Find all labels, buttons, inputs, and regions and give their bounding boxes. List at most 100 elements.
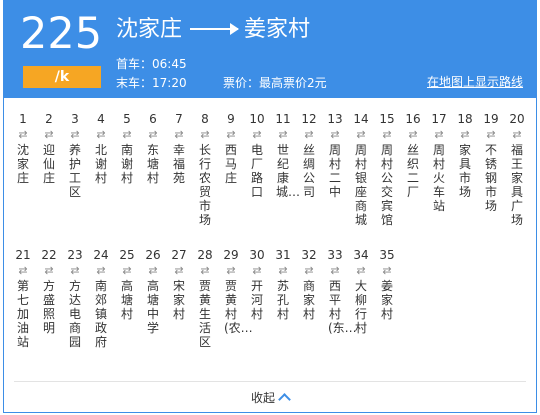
bidirectional-arrow-icon: ⇄ (226, 128, 236, 141)
first-bus-time: 06:45 (152, 57, 187, 71)
bidirectional-arrow-icon: ⇄ (252, 128, 262, 141)
stop-number: 33 (327, 248, 343, 262)
stop-number: 12 (301, 112, 317, 126)
last-bus-label: 末车： (116, 76, 153, 90)
bidirectional-arrow-icon: ⇄ (70, 264, 80, 277)
stop-name: 迎仙庄 (42, 143, 55, 185)
stop-name: 方达电商园 (68, 279, 81, 349)
stop-item[interactable]: 30 ⇄ 开河村 (244, 247, 270, 321)
chevron-up-icon (278, 393, 291, 406)
show-route-on-map-link[interactable]: 在地图上显示路线 (427, 74, 523, 90)
stop-item[interactable]: 12 ⇄ 丝绸公司 (296, 111, 322, 199)
stop-name: 不锈钢市场 (484, 143, 497, 213)
stop-item[interactable]: 15 ⇄ 周村公交宾馆 (374, 111, 400, 227)
stop-number: 14 (353, 112, 369, 126)
stop-item[interactable]: 35 ⇄ 姜家村 (374, 247, 400, 321)
collapse-button[interactable]: 收起 (4, 389, 536, 406)
stop-name: 高塘中学 (146, 279, 159, 335)
stop-item[interactable]: 24 ⇄ 南郊镇政府 (88, 247, 114, 349)
stop-number: 28 (197, 248, 213, 262)
stop-name: 周村二中 (328, 143, 341, 199)
stop-item[interactable]: 8 ⇄ 长行农贸市场 (192, 111, 218, 227)
stop-item[interactable]: 14 ⇄ 周村银座商城 (348, 111, 374, 227)
stop-number: 10 (249, 112, 265, 126)
stop-number: 35 (379, 248, 395, 262)
stop-item[interactable]: 34 ⇄ 大柳行村 (348, 247, 374, 335)
stop-item[interactable]: 28 ⇄ 贾黄生活区 (192, 247, 218, 349)
bus-route-card: 225 /k 沈家庄 姜家村 首车：06:45 末车：17:20 票价：最高票价2… (3, 0, 537, 413)
bidirectional-arrow-icon: ⇄ (18, 264, 28, 277)
bidirectional-arrow-icon: ⇄ (278, 264, 288, 277)
stop-item[interactable]: 7 ⇄ 幸福苑 (166, 111, 192, 185)
stop-number: 16 (405, 112, 421, 126)
stop-item[interactable]: 4 ⇄ 北谢村 (88, 111, 114, 185)
route-from: 沈家庄 (116, 17, 183, 42)
bidirectional-arrow-icon: ⇄ (304, 264, 314, 277)
bidirectional-arrow-icon: ⇄ (356, 128, 366, 141)
stop-item[interactable]: 29 ⇄ 贾黄村(农… (218, 247, 252, 335)
bidirectional-arrow-icon: ⇄ (174, 264, 184, 277)
stop-item[interactable]: 16 ⇄ 丝织二厂 (400, 111, 426, 199)
stop-item[interactable]: 18 ⇄ 家具市场 (452, 111, 478, 199)
arrow-right-icon (190, 23, 240, 35)
stop-item[interactable]: 23 ⇄ 方达电商园 (62, 247, 88, 349)
stop-number: 31 (275, 248, 291, 262)
stop-number: 4 (97, 112, 105, 126)
stop-item[interactable]: 17 ⇄ 周村火车站 (426, 111, 452, 213)
stop-number: 6 (149, 112, 157, 126)
stop-number: 5 (123, 112, 131, 126)
bidirectional-arrow-icon: ⇄ (18, 128, 28, 141)
stop-name: 丝织二厂 (406, 143, 419, 199)
route-direction: 沈家庄 姜家村 (116, 15, 310, 45)
stop-name: 世纪康城… (276, 143, 301, 199)
stop-number: 19 (483, 112, 499, 126)
bidirectional-arrow-icon: ⇄ (278, 128, 288, 141)
stop-item[interactable]: 33 ⇄ 西平村(东… (322, 247, 356, 335)
stop-number: 29 (223, 248, 239, 262)
bidirectional-arrow-icon: ⇄ (382, 264, 392, 277)
bidirectional-arrow-icon: ⇄ (434, 128, 444, 141)
stop-item[interactable]: 19 ⇄ 不锈钢市场 (478, 111, 504, 213)
bidirectional-arrow-icon: ⇄ (252, 264, 262, 277)
stop-name: 养护工区 (68, 143, 81, 199)
bidirectional-arrow-icon: ⇄ (200, 128, 210, 141)
stop-item[interactable]: 3 ⇄ 养护工区 (62, 111, 88, 199)
stop-item[interactable]: 20 ⇄ 福王家具广场 (504, 111, 530, 227)
bidirectional-arrow-icon: ⇄ (460, 128, 470, 141)
stop-item[interactable]: 21 ⇄ 第七加油站 (10, 247, 36, 349)
stop-number: 2 (45, 112, 53, 126)
stop-item[interactable]: 6 ⇄ 东塘村 (140, 111, 166, 185)
bidirectional-arrow-icon: ⇄ (486, 128, 496, 141)
stop-item[interactable]: 27 ⇄ 宋家村 (166, 247, 192, 321)
route-header: 225 /k 沈家庄 姜家村 首车：06:45 末车：17:20 票价：最高票价2… (4, 1, 536, 98)
divider (14, 381, 526, 382)
bidirectional-arrow-icon: ⇄ (148, 264, 158, 277)
stop-item[interactable]: 10 ⇄ 电厂路口 (244, 111, 270, 199)
stop-item[interactable]: 9 ⇄ 西马庄 (218, 111, 244, 185)
stop-item[interactable]: 13 ⇄ 周村二中 (322, 111, 348, 199)
bidirectional-arrow-icon: ⇄ (148, 128, 158, 141)
stop-number: 27 (171, 248, 187, 262)
stop-item[interactable]: 1 ⇄ 沈家庄 (10, 111, 36, 185)
stop-number: 34 (353, 248, 369, 262)
stop-item[interactable]: 11 ⇄ 世纪康城… (270, 111, 301, 199)
stop-item[interactable]: 31 ⇄ 苏孔村 (270, 247, 296, 321)
stop-item[interactable]: 32 ⇄ 商家村 (296, 247, 322, 321)
stop-number: 7 (175, 112, 183, 126)
stop-number: 30 (249, 248, 265, 262)
stop-number: 3 (71, 112, 79, 126)
bidirectional-arrow-icon: ⇄ (382, 128, 392, 141)
last-bus: 末车：17:20 (116, 75, 187, 91)
bidirectional-arrow-icon: ⇄ (226, 264, 236, 277)
route-badge: /k (23, 66, 101, 88)
stop-item[interactable]: 2 ⇄ 迎仙庄 (36, 111, 62, 185)
stop-item[interactable]: 26 ⇄ 高塘中学 (140, 247, 166, 335)
stop-number: 11 (275, 112, 291, 126)
stop-name: 方盛照明 (42, 279, 55, 335)
stop-number: 26 (145, 248, 161, 262)
bidirectional-arrow-icon: ⇄ (356, 264, 366, 277)
stop-item[interactable]: 25 ⇄ 高塘村 (114, 247, 140, 321)
stop-item[interactable]: 5 ⇄ 南谢村 (114, 111, 140, 185)
stop-item[interactable]: 22 ⇄ 方盛照明 (36, 247, 62, 335)
stop-name: 苏孔村 (276, 279, 289, 321)
